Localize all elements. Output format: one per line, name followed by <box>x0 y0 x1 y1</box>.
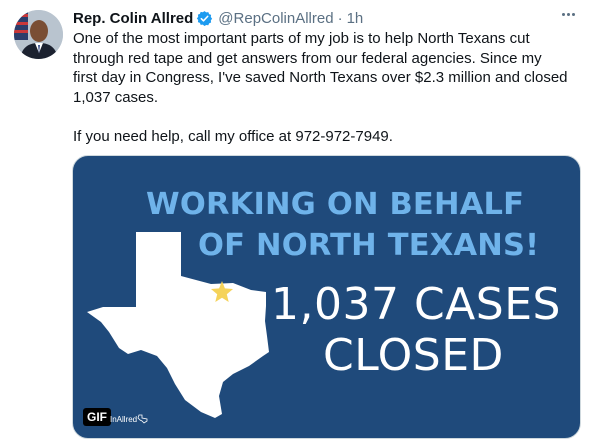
closed-line: CLOSED <box>323 330 504 381</box>
watermark: InAllred <box>110 414 149 424</box>
more-options-icon[interactable] <box>557 6 579 22</box>
display-name[interactable]: Rep. Colin Allred <box>73 10 193 27</box>
handle[interactable]: @RepColinAllred <box>218 10 333 27</box>
verified-badge-icon <box>196 10 213 27</box>
tweet-media-gif[interactable]: WORKING ON BEHALF OF NORTH TEXANS! 1,037… <box>72 155 581 439</box>
tweet-header: Rep. Colin Allred @RepColinAllred · 1h <box>73 7 579 29</box>
tweet-text: One of the most important parts of my jo… <box>73 30 568 145</box>
headline-line-1: WORKING ON BEHALF <box>146 187 525 222</box>
cases-count-line: 1,037 CASES <box>271 279 561 330</box>
avatar[interactable] <box>14 10 63 59</box>
headline-line-2: OF NORTH TEXANS! <box>198 228 540 263</box>
watermark-text: InAllred <box>110 414 138 424</box>
gif-badge: GIF <box>83 408 111 426</box>
texas-outline-icon <box>137 414 148 424</box>
timestamp[interactable]: 1h <box>347 10 364 27</box>
separator: · <box>337 9 343 27</box>
